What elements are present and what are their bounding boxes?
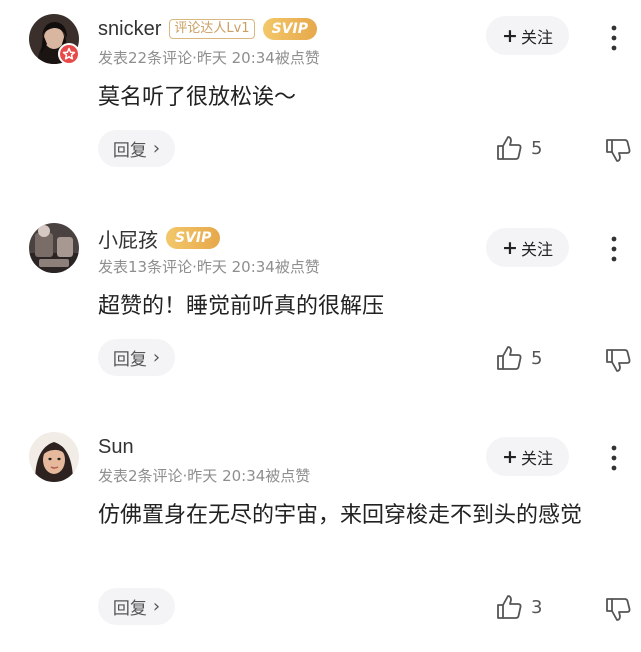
- like-count: 3: [531, 596, 543, 618]
- chevron-right-icon: ›: [152, 596, 161, 617]
- follow-button[interactable]: + 关注: [486, 16, 569, 55]
- like-button[interactable]: 5: [495, 344, 542, 372]
- level-badge: 评论达人Lv1: [169, 19, 255, 39]
- avatar[interactable]: [29, 223, 79, 273]
- follow-label: 关注: [520, 448, 553, 468]
- reply-button[interactable]: 回复 ›: [98, 339, 175, 376]
- follow-button[interactable]: + 关注: [486, 437, 569, 476]
- more-options-icon[interactable]: [606, 24, 622, 52]
- username[interactable]: snicker: [98, 18, 161, 41]
- reply-label: 回复: [112, 599, 147, 619]
- plus-icon: +: [502, 24, 518, 47]
- comment-item: Sun 发表2条评论·昨天 20:34被点赞 + 关注 仿佛置身在无尽的宇宙，来…: [0, 432, 641, 647]
- reply-label: 回复: [112, 141, 147, 161]
- follow-label: 关注: [520, 27, 553, 47]
- like-button[interactable]: 5: [495, 134, 542, 162]
- comment-item: 小屁孩 SVIP 发表13条评论·昨天 20:34被点赞 + 关注 超赞的！睡觉…: [0, 223, 641, 398]
- plus-icon: +: [502, 445, 518, 468]
- plus-icon: +: [502, 236, 518, 259]
- name-row: Sun: [98, 433, 134, 461]
- chevron-right-icon: ›: [152, 347, 161, 368]
- reply-label: 回复: [112, 350, 147, 370]
- more-options-icon[interactable]: [606, 235, 622, 263]
- comment-item: snicker 评论达人Lv1 SVIP 发表22条评论·昨天 20:34被点赞…: [0, 14, 641, 189]
- thumbs-down-icon[interactable]: [604, 595, 632, 623]
- username[interactable]: Sun: [98, 436, 134, 459]
- username[interactable]: 小屁孩: [98, 224, 158, 253]
- chevron-right-icon: ›: [152, 138, 161, 159]
- comment-meta: 发表2条评论·昨天 20:34被点赞: [98, 467, 311, 485]
- more-options-icon[interactable]: [606, 444, 622, 472]
- like-count: 5: [531, 137, 543, 159]
- follow-label: 关注: [520, 239, 553, 259]
- avatar[interactable]: [29, 432, 79, 482]
- like-button[interactable]: 3: [495, 593, 542, 621]
- name-row: 小屁孩 SVIP: [98, 224, 221, 253]
- comment-text: 仿佛置身在无尽的宇宙，来回穿梭走不到头的感觉: [98, 503, 583, 528]
- thumbs-up-icon: [497, 595, 522, 619]
- comment-meta: 发表22条评论·昨天 20:34被点赞: [98, 49, 320, 67]
- reply-button[interactable]: 回复 ›: [98, 130, 175, 167]
- svip-badge: SVIP: [262, 18, 317, 40]
- svip-badge: SVIP: [166, 227, 221, 249]
- reply-button[interactable]: 回复 ›: [98, 588, 175, 625]
- thumbs-up-icon: [497, 136, 522, 160]
- verified-star-icon: [58, 43, 80, 65]
- comment-text: 超赞的！睡觉前听真的很解压: [98, 294, 385, 319]
- comment-meta: 发表13条评论·昨天 20:34被点赞: [98, 258, 320, 276]
- thumbs-down-icon[interactable]: [604, 136, 632, 164]
- follow-button[interactable]: + 关注: [486, 228, 569, 267]
- thumbs-down-icon[interactable]: [604, 346, 632, 374]
- name-row: snicker 评论达人Lv1 SVIP: [98, 15, 317, 43]
- thumbs-up-icon: [497, 346, 522, 370]
- comment-text: 莫名听了很放松诶～: [98, 85, 297, 110]
- like-count: 5: [531, 347, 543, 369]
